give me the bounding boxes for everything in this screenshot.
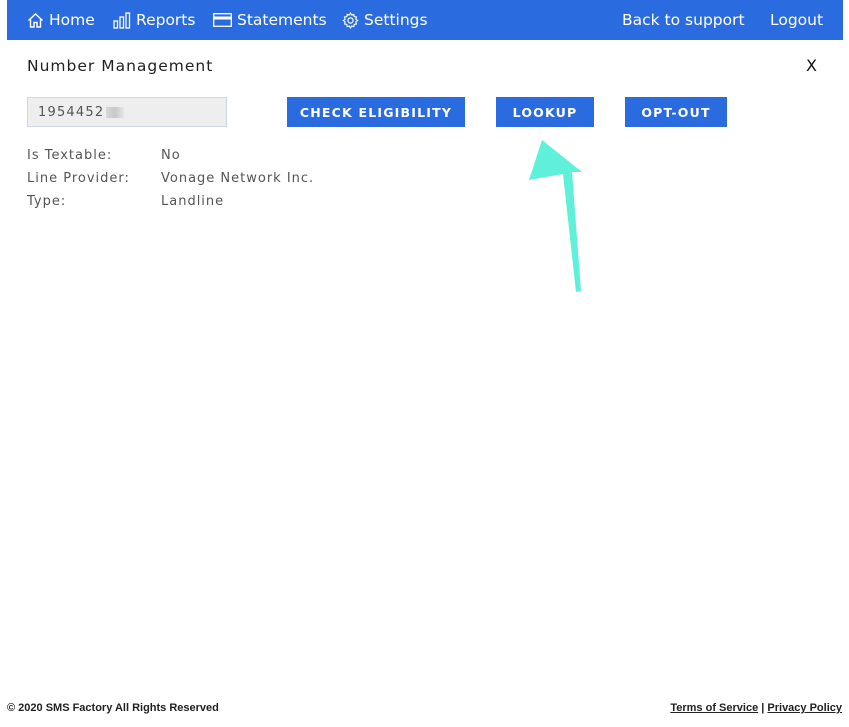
detail-value: No [161,148,181,163]
nav-settings-label: Settings [364,11,428,29]
bar-chart-icon [113,11,131,29]
back-to-support-label: Back to support [622,11,745,29]
annotation-arrow-icon [529,140,582,292]
redacted-digits [106,106,125,118]
phone-number-value: 1954452 [38,104,105,120]
nav-statements[interactable]: Statements [213,0,327,40]
nav-reports-label: Reports [136,11,196,29]
nav-logout[interactable]: Logout [770,0,823,40]
detail-label: Line Provider: [27,171,130,186]
lookup-button[interactable]: LOOKUP [496,97,594,127]
detail-value: Vonage Network Inc. [161,171,315,186]
opt-out-button[interactable]: OPT-OUT [625,97,727,127]
copyright-text: © 2020 SMS Factory All Rights Reserved [7,702,219,714]
nav-reports[interactable]: Reports [113,0,195,40]
check-eligibility-button[interactable]: CHECK ELIGIBILITY [287,97,465,127]
nav-statements-label: Statements [237,11,327,29]
nav-settings[interactable]: Settings [342,0,428,40]
detail-value: Landline [161,194,225,209]
terms-of-service-link[interactable]: Terms of Service [670,702,758,714]
footer-links: Terms of Service | Privacy Policy [670,702,842,714]
close-button[interactable]: X [806,56,817,75]
detail-label: Type: [27,194,67,209]
footer-separator: | [761,702,765,714]
nav-home[interactable]: Home [27,0,95,40]
nav-back-to-support[interactable]: Back to support [622,0,745,40]
statement-icon [213,13,232,27]
page-title: Number Management [27,57,214,75]
privacy-policy-link[interactable]: Privacy Policy [767,702,842,714]
logout-label: Logout [770,11,824,29]
phone-number-field[interactable]: 1954452 [27,97,227,127]
home-icon [28,12,43,28]
top-navbar: Home Reports Statements Settings Back to… [7,0,843,40]
nav-home-label: Home [49,11,95,29]
detail-label: Is Textable: [27,148,113,163]
gear-icon [342,11,359,29]
